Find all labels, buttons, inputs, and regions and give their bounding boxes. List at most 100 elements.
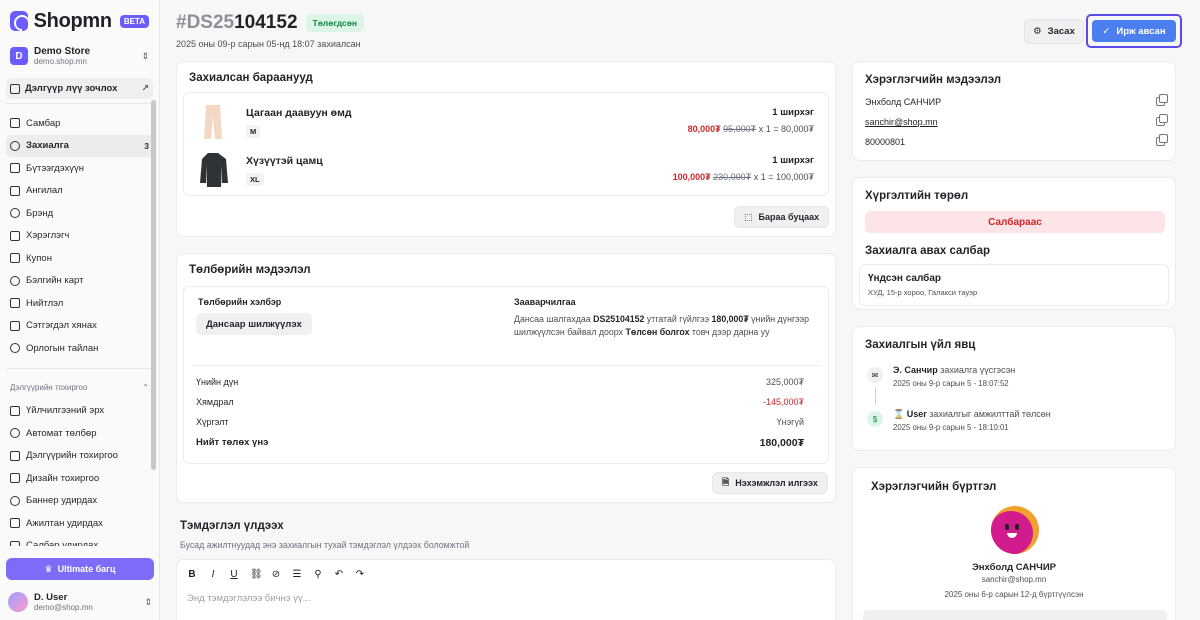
payment-title: Төлбөрийн мэдээлэл [189, 264, 311, 276]
order-date: 2025 оны 09-р сарын 05-нд 18:07 захиалса… [176, 39, 361, 49]
sidebar-scrollbar[interactable] [151, 100, 156, 470]
bold-icon[interactable]: B [187, 569, 197, 580]
sidebar-item-category[interactable]: Ангилал [6, 180, 153, 203]
copy-icon[interactable] [1156, 114, 1168, 126]
customer-title: Хэрэглэгчийн мэдээлэл [865, 74, 1002, 86]
delivery-card: Хүргэлтийн төрөл Салбараас Захиалга авах… [852, 177, 1176, 310]
italic-icon[interactable]: I [208, 569, 218, 580]
timeline-connector [875, 387, 876, 405]
visit-store-link[interactable]: Дэлгүүр лүү зочлох ↗ [6, 78, 153, 99]
notes-editor[interactable]: B I U ⛓ ⊘ ☰ ⚲ ↶ ↷ Энд тэмдэглэлээ бичнэ … [176, 559, 836, 620]
store-name: Demo Store [34, 46, 91, 57]
sidebar-item-brush[interactable]: Дизайн тохиргоо [6, 467, 153, 490]
product-variant: XL [246, 173, 264, 186]
sidebar-item-article[interactable]: Нийтлэл [6, 292, 153, 315]
store-switcher[interactable]: D Demo Store demo.shop.mn ⇕ [0, 34, 159, 72]
chevron-up-icon: ⌃ [142, 382, 149, 392]
list-item[interactable]: Цагаан даавуун өмд M 1 ширхэг 80,000₮ 95… [184, 97, 828, 143]
sidebar-item-gift-card[interactable]: Бэлгийн карт [6, 270, 153, 293]
report-icon [10, 343, 20, 354]
user-menu[interactable]: D. User demo@shop.mn ⇕ [8, 592, 152, 612]
sidebar-item-staff[interactable]: Ажилтан удирдах [6, 512, 153, 535]
sidebar-item-package[interactable]: Бүтээгдэхүүн [6, 157, 153, 180]
sidebar-item-inbox[interactable]: Захиалга 3 [6, 134, 153, 157]
customer-email[interactable]: sanchir@shop.mn [865, 117, 938, 127]
unlink-icon[interactable]: ⊘ [271, 569, 281, 580]
home-icon [10, 118, 20, 129]
sidebar-item-comment[interactable]: Сэтгэгдэл хянах [6, 315, 153, 338]
sweater-image [200, 153, 228, 187]
copy-icon[interactable] [1156, 134, 1168, 146]
notes-title: Тэмдэглэл үлдээх [180, 520, 284, 532]
payment-method-chip[interactable]: Дансаар шилжүүлэх [196, 313, 312, 335]
send-invoice-button[interactable]: 🗎 Нэхэмжлэл илгээх [712, 472, 828, 494]
edit-button[interactable]: ⚙ Засах [1024, 19, 1084, 44]
ultimate-plan-button[interactable]: ♛ Ultimate багц [6, 558, 154, 580]
sidebar-item-label: Дэлгүүрийн тохиргоо [26, 450, 118, 462]
sidebar-item-label: Баннер удирдах [26, 495, 98, 507]
product-name: Цагаан даавуун өмд [246, 107, 352, 119]
view-customer-button[interactable] [863, 610, 1167, 620]
copy-icon[interactable] [1156, 94, 1168, 106]
list-item[interactable]: Хүзүүтэй цамц XL 1 ширхэг 100,000₮ 230,0… [184, 145, 828, 191]
sidebar-item-report[interactable]: Орлогын тайлан [6, 337, 153, 360]
received-button[interactable]: ✓ Ирж авсан [1092, 20, 1176, 42]
license-icon [10, 405, 20, 416]
instructions-label: Зааварчилгаа [514, 297, 576, 307]
store-icon [10, 83, 20, 94]
sidebar-item-branch[interactable]: Салбар удирдах [6, 535, 153, 546]
beta-badge: BETA [119, 14, 149, 28]
settings-section-label[interactable]: Дэлгүүрийн тохиргоо ⌃ [0, 373, 159, 396]
underline-icon[interactable]: U [229, 569, 239, 580]
main-nav: Самбар Захиалга 3 Бүтээгдэхүүн Ангилал Брэнд Х… [0, 108, 159, 364]
product-price: 100,000₮ 230,000₮ x 1 = 100,000₮ [672, 172, 814, 182]
customer-email-row: sanchir@shop.mn [865, 114, 1168, 127]
return-button[interactable]: ⬚ Бараа буцаах [734, 206, 830, 228]
sidebar-item-home[interactable]: Самбар [6, 112, 153, 135]
products-list: Цагаан даавуун өмд M 1 ширхэг 80,000₮ 95… [183, 92, 829, 196]
product-variant: M [246, 125, 261, 138]
count-badge: 3 [144, 140, 149, 151]
box-icon: ⬚ [744, 211, 753, 222]
sidebar-item-users[interactable]: Хэрэглэгч [6, 225, 153, 248]
attach-icon[interactable]: ⚲ [313, 569, 323, 580]
chevron-updown-icon: ⇕ [141, 50, 149, 61]
undo-icon[interactable]: ↶ [334, 569, 344, 580]
product-qty: 1 ширхэг [772, 155, 814, 166]
sidebar-item-ticket[interactable]: Купон [6, 247, 153, 270]
notes-subtitle: Бусад ажилтнуудад энэ захиалгын тухай тэ… [180, 540, 470, 550]
sidebar-item-banner[interactable]: Баннер удирдах [6, 490, 153, 513]
settings-icon [10, 450, 20, 461]
payment-method-label: Төлбөрийн хэлбэр [198, 297, 282, 307]
sidebar-item-label: Ажилтан удирдах [26, 517, 103, 529]
redo-icon[interactable]: ↷ [355, 569, 365, 580]
pickup-branch-title: Захиалга авах салбар [865, 245, 991, 257]
timeline-card: Захиалгын үйл явц ✉ Э. Санчир захиалга ү… [852, 326, 1176, 451]
link-icon[interactable]: ⛓ [250, 569, 263, 580]
list-icon[interactable]: ☰ [292, 569, 302, 580]
shipping-row: Хүргэлт Үнэгүй [196, 417, 804, 427]
external-link-icon: ↗ [141, 83, 149, 93]
avatar [991, 506, 1039, 554]
settings-section-title: Дэлгүүрийн тохиргоо [10, 382, 88, 392]
logo[interactable]: Shopmn BETA [0, 0, 159, 34]
sidebar-item-label: Ангилал [26, 185, 63, 197]
payment-icon: $ [867, 411, 883, 427]
tag-icon [10, 208, 20, 219]
sidebar-item-autopay[interactable]: Автомат төлбөр [6, 422, 153, 445]
sidebar-item-license[interactable]: Үйлчилгээний эрх [6, 400, 153, 423]
sidebar-item-settings[interactable]: Дэлгүүрийн тохиргоо [6, 445, 153, 468]
sidebar-item-label: Сэтгэгдэл хянах [26, 320, 97, 332]
sidebar-item-tag[interactable]: Брэнд [6, 202, 153, 225]
chevron-updown-icon: ⇕ [144, 596, 152, 607]
branch-name: Үндсэн салбар [868, 273, 942, 284]
editor-toolbar: B I U ⛓ ⊘ ☰ ⚲ ↶ ↷ [177, 560, 835, 589]
brush-icon [10, 473, 20, 484]
products-title: Захиалсан бараанууд [189, 72, 313, 84]
notes-input[interactable]: Энд тэмдэглэлээ бичнэ үү... [187, 593, 311, 604]
autopay-icon [10, 428, 20, 439]
product-price: 80,000₮ 95,000₮ x 1 = 80,000₮ [687, 124, 814, 134]
customer-phone: 80000801 [865, 137, 906, 147]
divider [6, 367, 153, 369]
branch-address: ХУД, 15-р хороо, Галакси тауэр [868, 288, 978, 297]
